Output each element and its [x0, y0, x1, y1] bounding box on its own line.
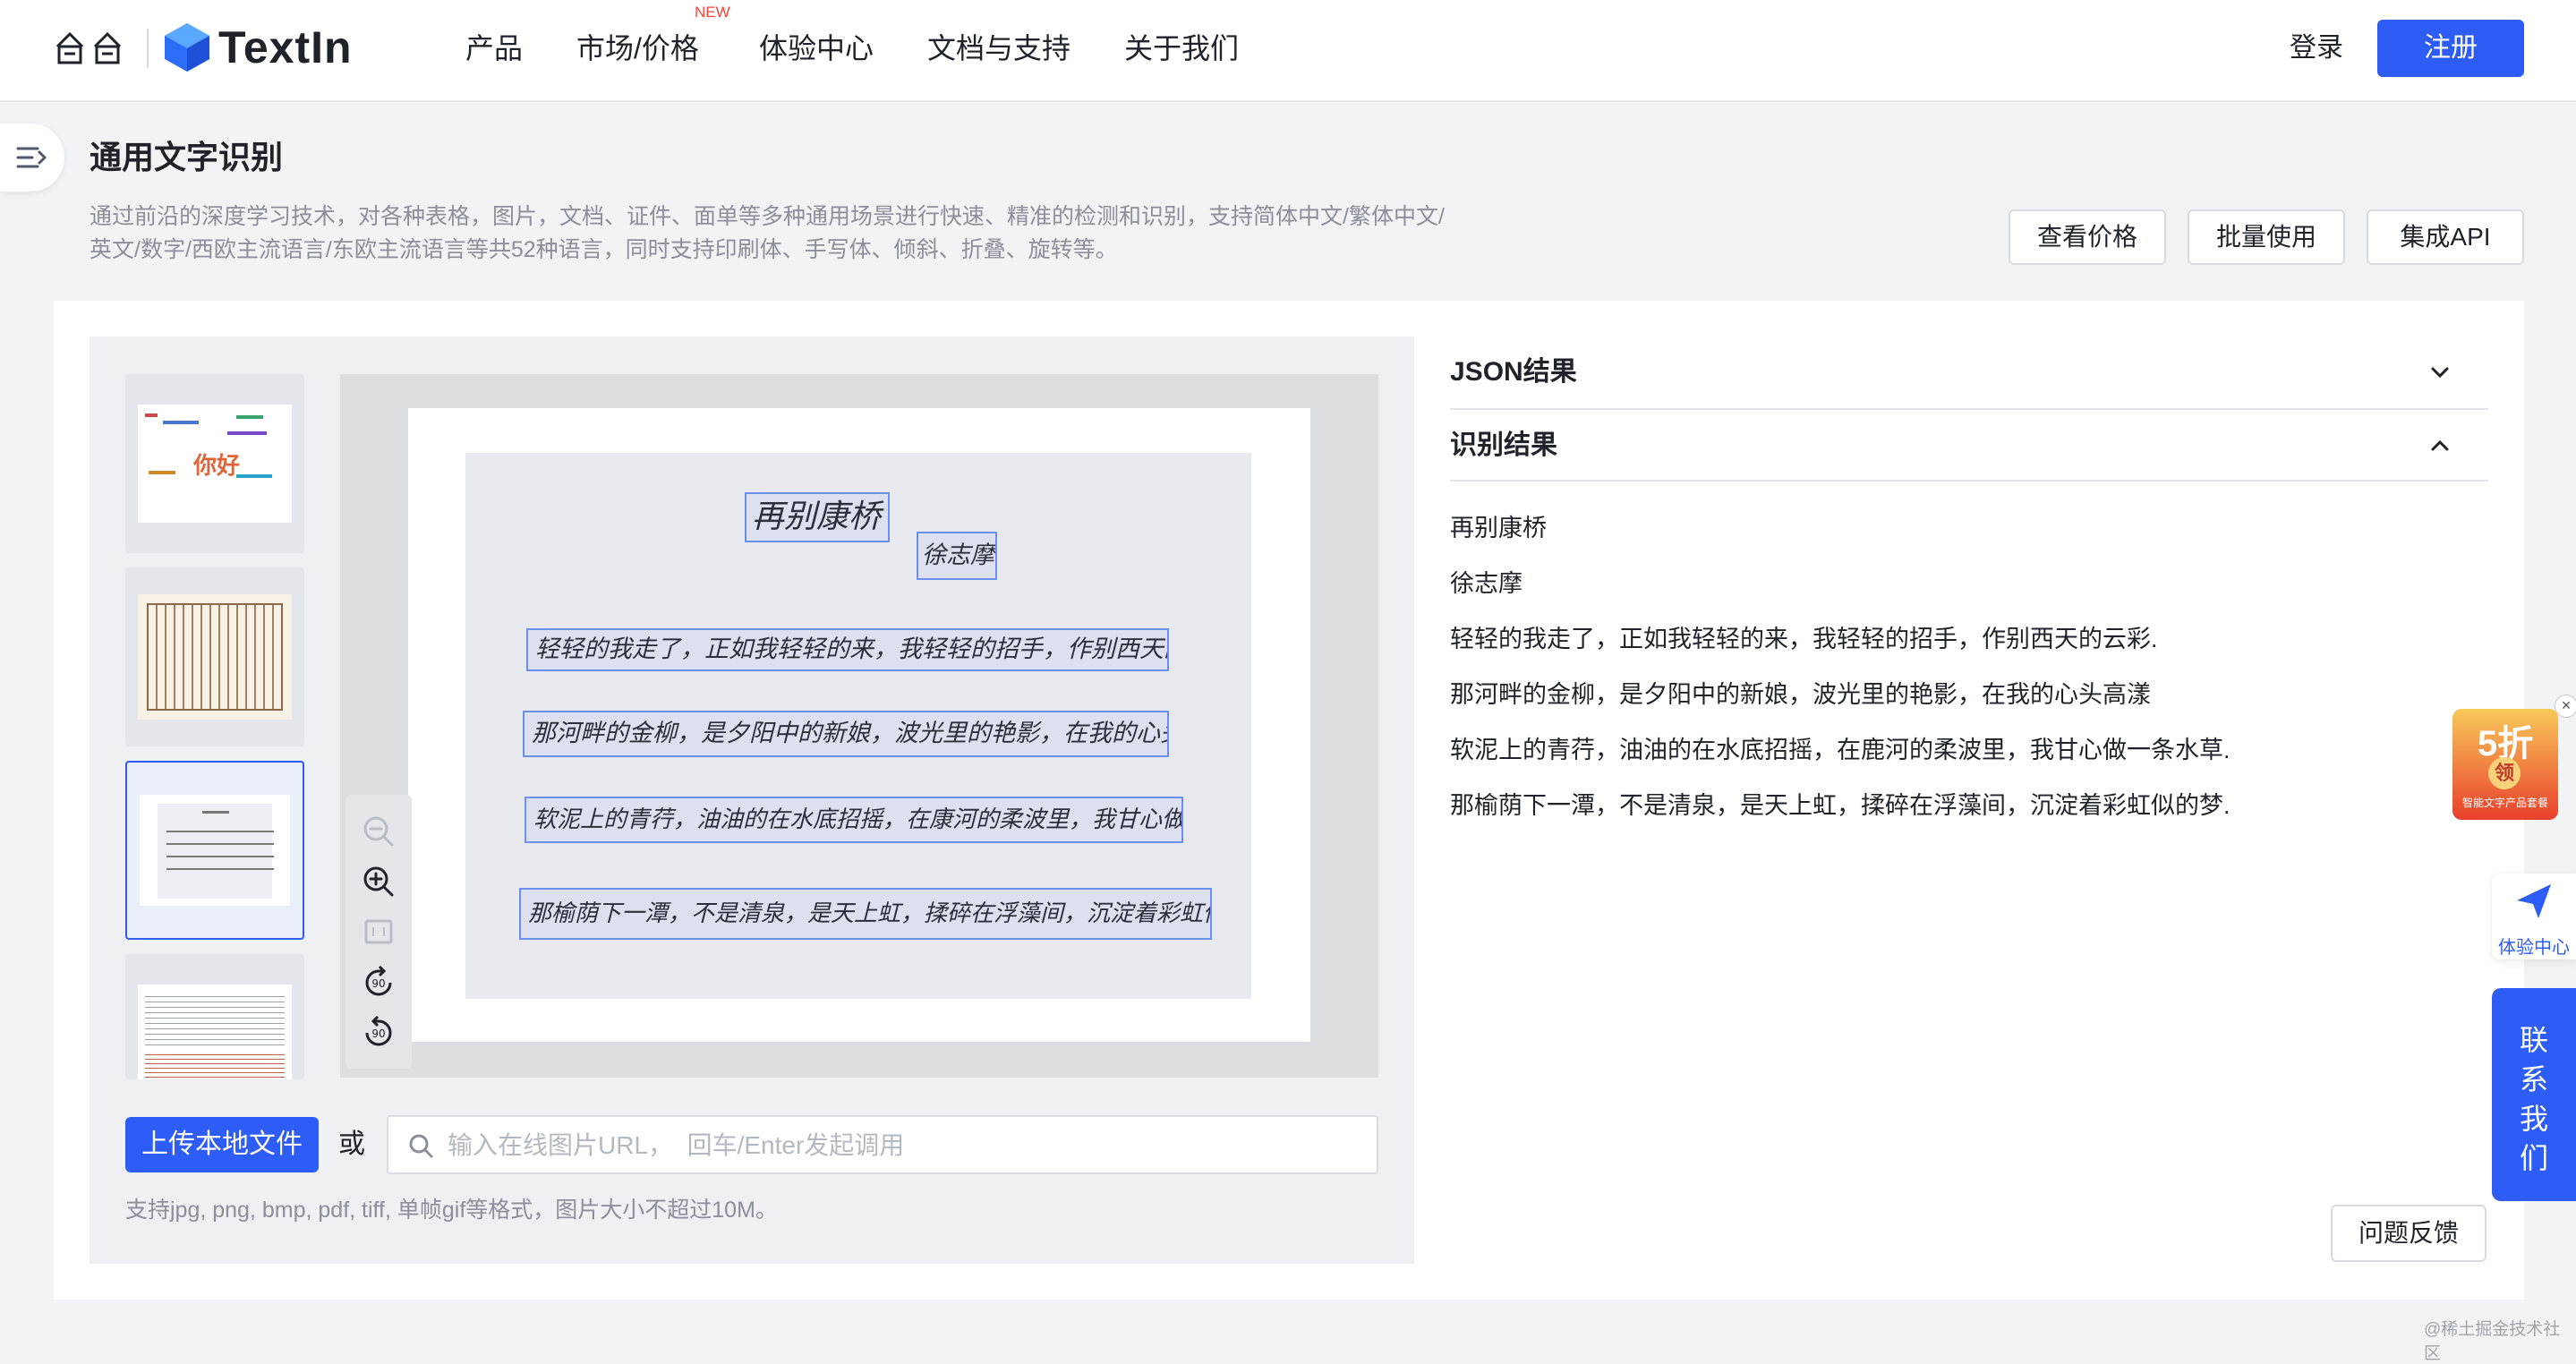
rotate-right-icon[interactable]: 90 [358, 1011, 399, 1053]
brand-name-text: TextIn [218, 22, 353, 72]
handwritten-line: 那河畔的金柳，是夕阳中的新娘，波光里的艳影，在我的心头荡漾 [532, 720, 1167, 747]
handwritten-author: 徐志摩 [922, 541, 994, 569]
result-line: 轻轻的我走了，正如我轻轻的来，我轻轻的招手，作别西天的云彩. [1450, 626, 2158, 652]
result-line: 再别康桥 [1450, 515, 1547, 541]
thumb-image: 你好 [138, 405, 292, 523]
chevron-down-icon[interactable] [2427, 360, 2452, 385]
sample-thumb-handwritten-poem[interactable] [125, 761, 304, 940]
detection-box: 再别康桥 [745, 492, 890, 542]
nav-item-about-us[interactable]: 关于我们 [1124, 27, 1239, 70]
nav-item-docs-support[interactable]: 文档与支持 [927, 27, 1070, 70]
thumb-image [138, 985, 292, 1079]
page-description: 通过前沿的深度学习技术，对各种表格，图片，文档、证件、面单等多种通用场景进行快速… [90, 204, 1445, 262]
or-label: 或 [338, 1130, 365, 1159]
brand-divider [147, 29, 149, 68]
image-url-input[interactable] [446, 1124, 1362, 1167]
menu-collapse-icon [16, 147, 47, 168]
experience-center-float-button[interactable]: 体验中心 [2492, 874, 2576, 959]
zoom-in-icon[interactable] [358, 861, 399, 902]
partner-logo-icon[interactable] [52, 27, 127, 70]
upload-local-file-button[interactable]: 上传本地文件 [125, 1117, 319, 1172]
nav-item-products[interactable]: 产品 [465, 27, 523, 70]
textin-logo-icon[interactable] [163, 21, 211, 73]
handwritten-line: 那榆荫下一潭，不是清泉，是天上虹，揉碎在浮藻间，沉淀着彩虹似的梦 [528, 900, 1210, 927]
view-pricing-button[interactable]: 查看价格 [2009, 209, 2166, 265]
sample-thumb-word-cloud[interactable]: 你好 [125, 374, 304, 553]
experience-center-label: 体验中心 [2498, 938, 2570, 958]
detection-box: 徐志摩 [917, 532, 997, 580]
brand-name[interactable]: TextIn [218, 21, 353, 73]
result-line: 那榆荫下一潭，不是清泉，是天上虹，揉碎在浮藻间，沉淀着彩虹似的梦. [1450, 792, 2231, 819]
feedback-button[interactable]: 问题反馈 [2331, 1205, 2486, 1262]
contact-us-button[interactable]: 联系我们 [2492, 988, 2576, 1201]
promo-caption: 智能文字产品套餐 [2461, 797, 2548, 809]
detection-box: 那榆荫下一潭，不是清泉，是天上虹，揉碎在浮藻间，沉淀着彩虹似的梦 [519, 888, 1212, 940]
batch-use-button[interactable]: 批量使用 [2188, 209, 2345, 265]
promo-claim: 领 [2488, 757, 2521, 789]
svg-text:90: 90 [371, 1027, 385, 1040]
result-line: 徐志摩 [1450, 570, 1523, 597]
format-note: 支持jpg, png, bmp, pdf, tiff, 单帧gif等格式，图片大… [125, 1198, 778, 1223]
handwritten-line: 轻轻的我走了，正如我轻轻的来，我轻轻的招手，作别西天的云彩 [535, 635, 1167, 663]
result-line: 软泥上的青荇，油油的在水底招摇，在鹿河的柔波里，我甘心做一条水草. [1450, 737, 2231, 763]
detection-box: 那河畔的金柳，是夕阳中的新娘，波光里的艳影，在我的心头荡漾 [523, 711, 1169, 757]
fit-screen-icon[interactable] [358, 911, 399, 952]
detection-box: 轻轻的我走了，正如我轻轻的来，我轻轻的招手，作别西天的云彩 [526, 628, 1169, 671]
chevron-up-icon[interactable] [2427, 433, 2452, 458]
sample-thumb-ancient-book[interactable] [125, 567, 304, 746]
handwritten-line: 软泥上的青荇，油油的在水底招摇，在康河的柔波里，我甘心做一条水草 [533, 806, 1181, 833]
result-line: 那河畔的金柳，是夕阳中的新娘，波光里的艳影，在我的心头高漾 [1450, 681, 2151, 708]
top-nav-bar [0, 0, 2576, 102]
detection-box: 软泥上的青荇，油油的在水底招摇，在康河的柔波里，我甘心做一条水草 [525, 797, 1183, 843]
recognition-result-header[interactable]: 识别结果 [1450, 426, 1557, 465]
sample-thumb-english-document[interactable] [125, 954, 304, 1079]
page-title: 通用文字识别 [90, 139, 284, 175]
watermark: @稀土掘金技术社区 [2424, 1320, 2561, 1363]
thumb-image [140, 795, 290, 906]
json-result-header[interactable]: JSON结果 [1450, 353, 1577, 392]
new-badge: NEW [695, 4, 730, 21]
nav-item-experience-center[interactable]: 体验中心 [759, 27, 874, 70]
search-icon [409, 1134, 433, 1158]
sidebar-toggle-button[interactable] [0, 124, 64, 192]
send-icon [2517, 884, 2551, 918]
handwritten-title: 再别康桥 [752, 499, 882, 535]
integrate-api-button[interactable]: 集成API [2367, 209, 2524, 265]
thumb-word: 你好 [193, 453, 241, 480]
discount-promo-badge[interactable]: 5折 领 智能文字产品套餐 [2452, 709, 2558, 820]
signup-button[interactable]: 注册 [2377, 20, 2524, 77]
nav-item-market-pricing[interactable]: 市场/价格 [576, 27, 699, 70]
contact-us-label: 联系我们 [2519, 1024, 2548, 1174]
thumb-image [138, 594, 292, 720]
rotate-left-icon[interactable]: 90 [358, 961, 399, 1002]
url-input-box[interactable] [387, 1115, 1378, 1174]
divider [1450, 480, 2488, 482]
zoom-out-icon[interactable] [358, 811, 399, 852]
svg-text:90: 90 [371, 977, 385, 990]
login-link[interactable]: 登录 [2290, 27, 2343, 70]
divider [1450, 408, 2488, 410]
